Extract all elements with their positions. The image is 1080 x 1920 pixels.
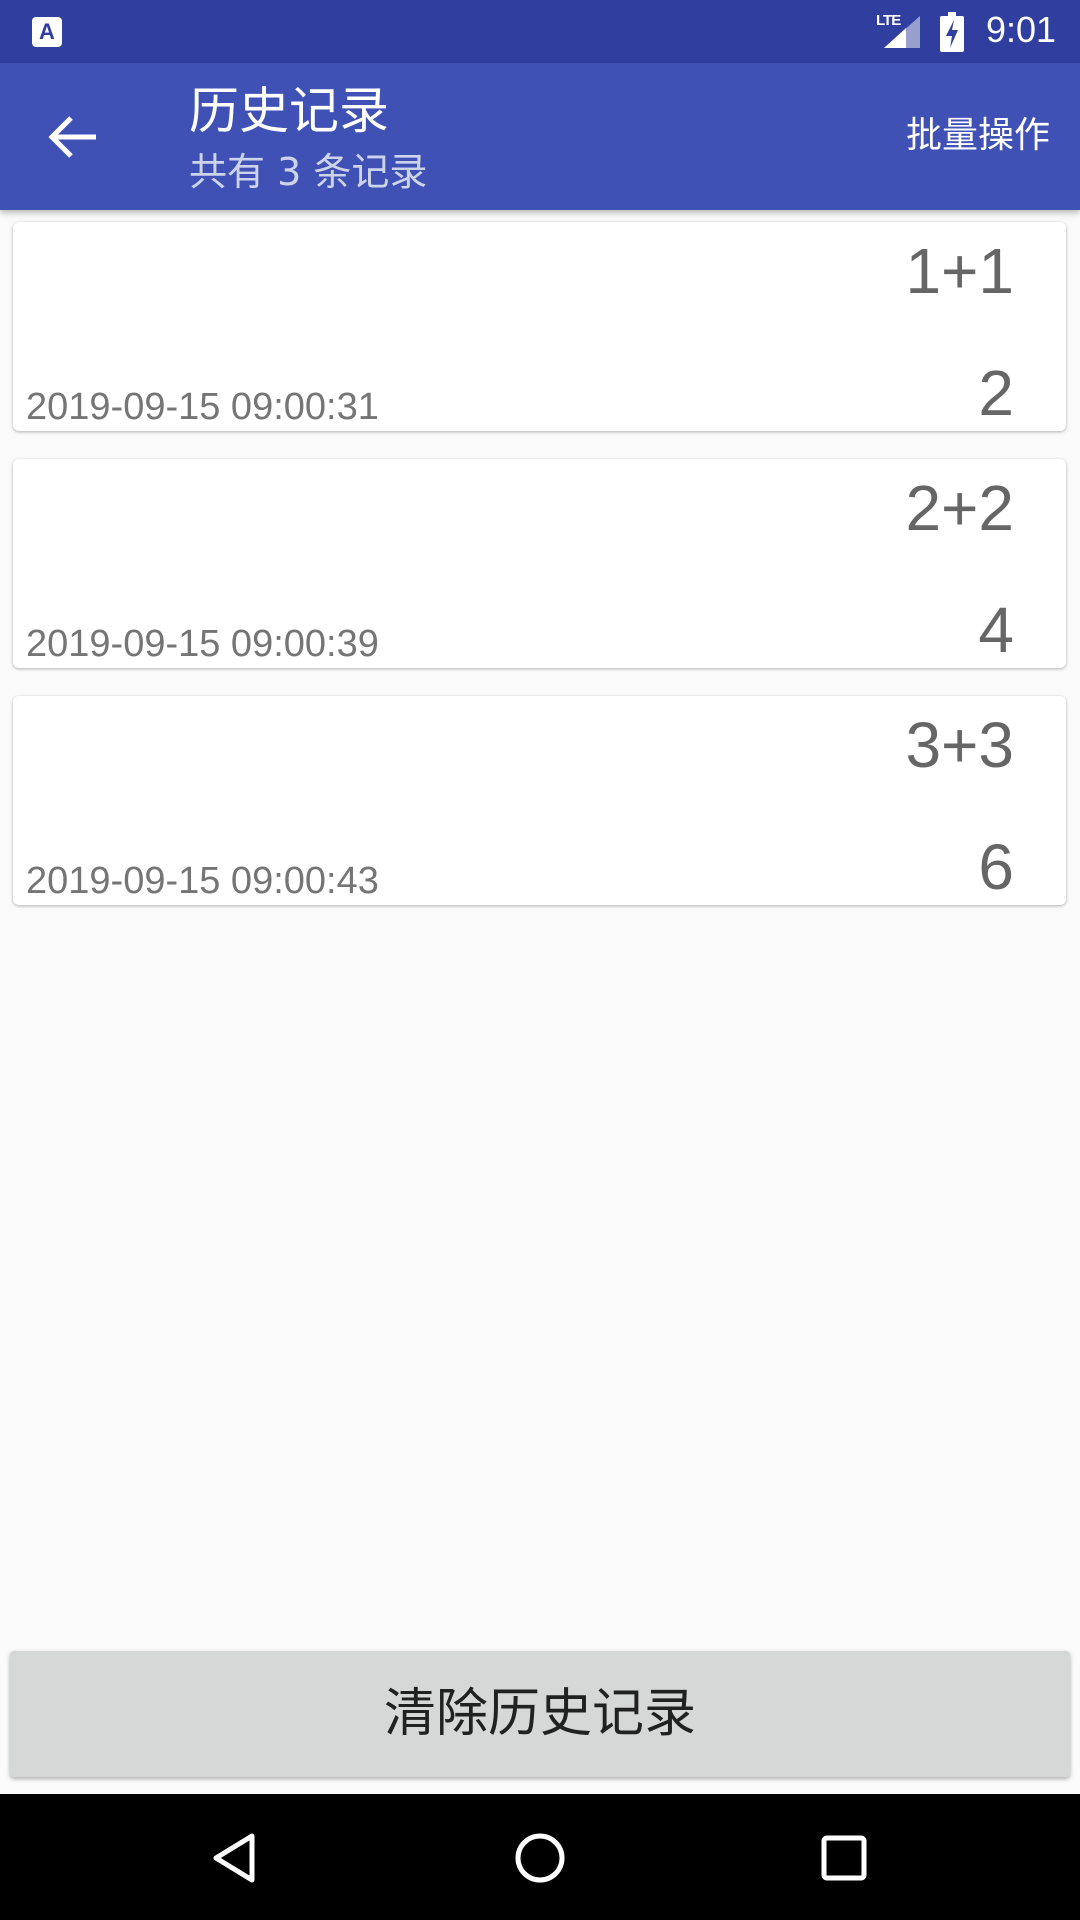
history-result: 4 (978, 594, 1014, 666)
history-result: 2 (978, 357, 1014, 429)
status-bar: A LTE 9:01 (0, 0, 1080, 63)
signal-icon (884, 16, 920, 48)
clear-history-button[interactable]: 清除历史记录 (10, 1651, 1070, 1777)
battery-charging-icon (940, 12, 964, 52)
history-item[interactable]: 1+1 2 2019-09-15 09:00:31 (13, 222, 1066, 431)
app-notification-icon: A (32, 17, 62, 47)
history-result: 6 (978, 831, 1014, 903)
page-subtitle: 共有 3 条记录 (189, 150, 428, 194)
history-expression: 3+3 (905, 709, 1014, 781)
history-timestamp: 2019-09-15 09:00:43 (26, 860, 379, 902)
back-triangle-icon[interactable] (206, 1828, 266, 1888)
recents-square-icon[interactable] (814, 1828, 874, 1888)
history-expression: 2+2 (905, 472, 1014, 544)
history-item[interactable]: 3+3 6 2019-09-15 09:00:43 (13, 696, 1066, 905)
app-bar: 历史记录 共有 3 条记录 批量操作 (0, 63, 1080, 210)
history-expression: 1+1 (905, 235, 1014, 307)
history-item[interactable]: 2+2 4 2019-09-15 09:00:39 (13, 459, 1066, 668)
home-circle-icon[interactable] (510, 1828, 570, 1888)
arrow-left-icon[interactable] (40, 103, 108, 171)
history-timestamp: 2019-09-15 09:00:39 (26, 623, 379, 665)
system-nav-bar (0, 1794, 1080, 1920)
status-time: 9:01 (986, 9, 1057, 50)
batch-operation-button[interactable]: 批量操作 (906, 111, 1050, 161)
page-title: 历史记录 (189, 82, 389, 140)
history-timestamp: 2019-09-15 09:00:31 (26, 386, 379, 428)
